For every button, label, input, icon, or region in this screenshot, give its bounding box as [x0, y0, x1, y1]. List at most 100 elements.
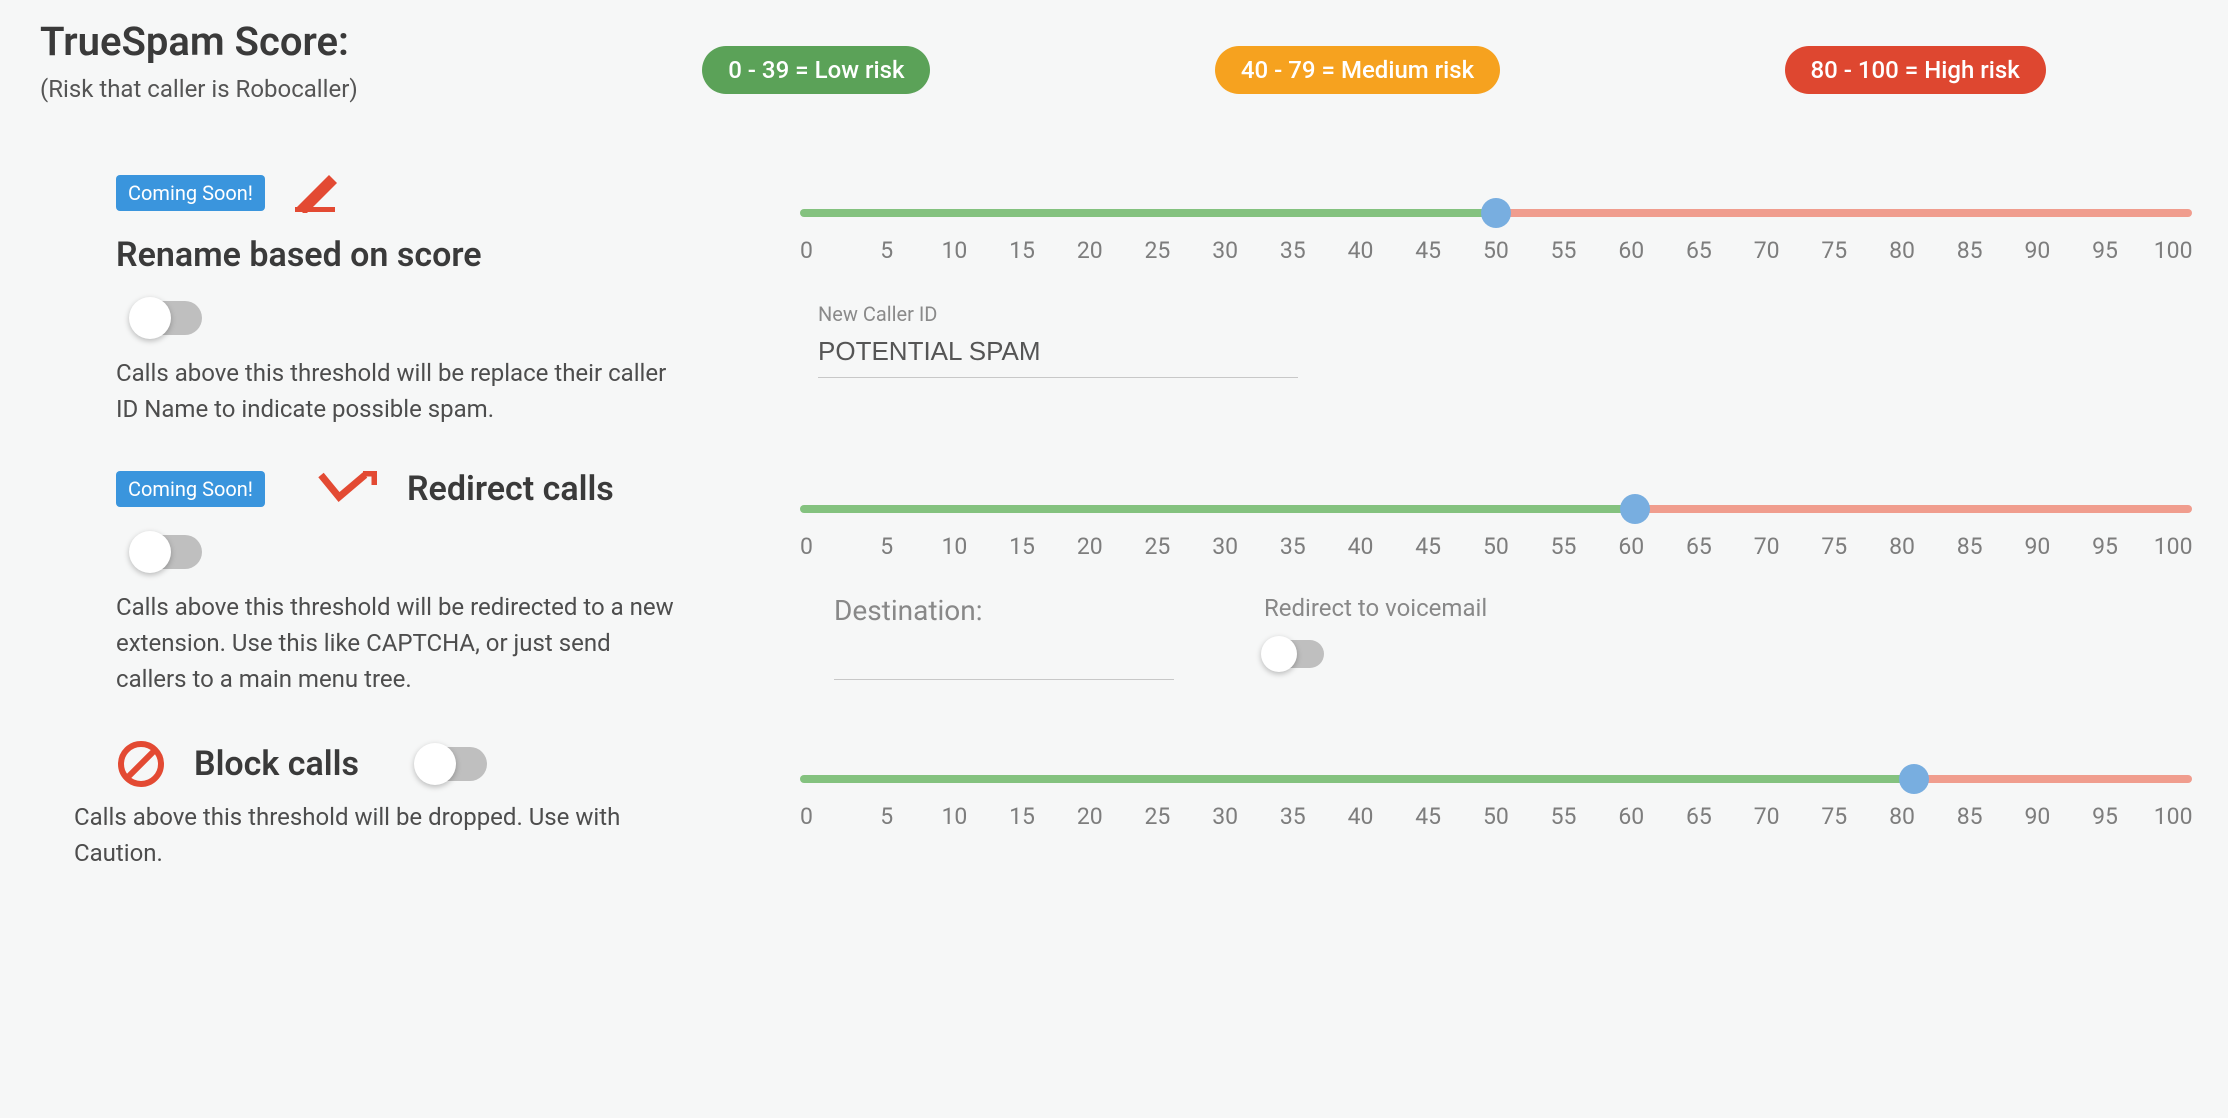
- slider-tick: 90: [2018, 237, 2056, 264]
- slider-tick: 100: [2154, 237, 2192, 264]
- slider-tick: 5: [868, 533, 906, 560]
- slider-tick: 70: [1748, 803, 1786, 830]
- slider-tick: 40: [1342, 237, 1380, 264]
- slider-tick: 100: [2154, 533, 2192, 560]
- slider-tick: 75: [1815, 803, 1853, 830]
- slider-tick: 90: [2018, 803, 2056, 830]
- slider-tick: 15: [1003, 533, 1041, 560]
- slider-tick: 40: [1342, 533, 1380, 560]
- slider-tick: 50: [1477, 533, 1515, 560]
- redirect-vm-toggle[interactable]: [1264, 640, 1324, 668]
- slider-tick: 60: [1612, 533, 1650, 560]
- slider-tick: 85: [1951, 237, 1989, 264]
- slider-tick: 65: [1680, 533, 1718, 560]
- slider-tick: 50: [1477, 803, 1515, 830]
- slider-tick: 45: [1409, 237, 1447, 264]
- block-section: Block calls Calls above this threshold w…: [40, 739, 2188, 871]
- block-toggle[interactable]: [417, 747, 487, 781]
- block-icon: [116, 739, 166, 789]
- edit-icon: [291, 173, 343, 213]
- redirect-slider-ticks: 0 5 10 15 20 25 30 35 40 45 50 55 60 65 70 75 80 85 90 95 10…: [800, 533, 2192, 560]
- page-subtitle: (Risk that caller is Robocaller): [40, 75, 560, 103]
- rename-description: Calls above this threshold will be repla…: [116, 355, 686, 427]
- slider-tick: 15: [1003, 803, 1041, 830]
- redirect-slider[interactable]: 0 5 10 15 20 25 30 35 40 45 50 55 60 65 70 75 80 85 90 95 10…: [800, 505, 2192, 560]
- slider-tick: 30: [1206, 237, 1244, 264]
- slider-tick: 95: [2086, 237, 2124, 264]
- slider-tick: 80: [1883, 803, 1921, 830]
- slider-tick: 65: [1680, 237, 1718, 264]
- slider-tick: 45: [1409, 803, 1447, 830]
- rename-toggle[interactable]: [132, 301, 202, 335]
- slider-tick: 75: [1815, 533, 1853, 560]
- redirect-coming-soon-badge: Coming Soon!: [116, 471, 265, 507]
- slider-tick: 55: [1545, 237, 1583, 264]
- slider-tick: 20: [1071, 533, 1109, 560]
- redirect-toggle[interactable]: [132, 535, 202, 569]
- slider-tick: 35: [1274, 237, 1312, 264]
- slider-tick: 55: [1545, 533, 1583, 560]
- risk-badge-low: 0 - 39 = Low risk: [702, 46, 930, 94]
- slider-tick: 20: [1071, 803, 1109, 830]
- slider-tick: 25: [1138, 803, 1176, 830]
- redirect-vm-label: Redirect to voicemail: [1264, 594, 1487, 622]
- slider-tick: 100: [2154, 803, 2192, 830]
- redirect-arrow-icon: [317, 471, 377, 507]
- slider-tick: 35: [1274, 803, 1312, 830]
- slider-tick: 75: [1815, 237, 1853, 264]
- redirect-title: Redirect calls: [407, 469, 614, 509]
- slider-tick: 25: [1138, 237, 1176, 264]
- redirect-description: Calls above this threshold will be redir…: [116, 589, 686, 697]
- slider-tick: 65: [1680, 803, 1718, 830]
- slider-tick: 85: [1951, 803, 1989, 830]
- slider-tick: 5: [868, 237, 906, 264]
- new-caller-id-label: New Caller ID: [818, 302, 2192, 326]
- slider-tick: 80: [1883, 237, 1921, 264]
- slider-tick: 10: [935, 803, 973, 830]
- redirect-section: Coming Soon! Redirect calls Calls above …: [40, 469, 2188, 697]
- slider-tick: 25: [1138, 533, 1176, 560]
- rename-slider-ticks: 0510152025303540455055606570758085909510…: [800, 237, 2192, 264]
- slider-tick: 60: [1612, 237, 1650, 264]
- new-caller-id-input[interactable]: [818, 330, 1298, 378]
- redirect-slider-thumb[interactable]: [1620, 494, 1650, 524]
- risk-badge-group: 0 - 39 = Low risk 40 - 79 = Medium risk …: [560, 18, 2188, 94]
- risk-badge-medium: 40 - 79 = Medium risk: [1215, 46, 1500, 94]
- slider-tick: 0: [800, 803, 838, 830]
- redirect-destination-input[interactable]: [834, 637, 1174, 680]
- rename-title: Rename based on score: [116, 235, 780, 275]
- slider-tick: 85: [1951, 533, 1989, 560]
- slider-tick: 70: [1748, 533, 1786, 560]
- slider-tick: 90: [2018, 533, 2056, 560]
- slider-tick: 30: [1206, 533, 1244, 560]
- block-slider[interactable]: 0 5 10 15 20 25 30 35 40 45 50 55 60 65 70 75 80 85 90 95 10…: [800, 775, 2192, 830]
- slider-tick: 45: [1409, 533, 1447, 560]
- page-title: TrueSpam Score:: [40, 18, 560, 65]
- rename-coming-soon-badge: Coming Soon!: [116, 175, 265, 211]
- slider-tick: 80: [1883, 533, 1921, 560]
- rename-section: Coming Soon! Rename based on score Calls…: [40, 173, 2188, 427]
- block-slider-thumb[interactable]: [1899, 764, 1929, 794]
- slider-tick: 55: [1545, 803, 1583, 830]
- slider-tick: 10: [935, 237, 973, 264]
- block-slider-ticks: 0 5 10 15 20 25 30 35 40 45 50 55 60 65 70 75 80 85 90 95 10…: [800, 803, 2192, 830]
- slider-tick: 0: [800, 237, 838, 264]
- slider-tick: 10: [935, 533, 973, 560]
- slider-tick: 0: [800, 533, 838, 560]
- block-description: Calls above this threshold will be dropp…: [74, 799, 684, 871]
- risk-badge-high: 80 - 100 = High risk: [1785, 46, 2046, 94]
- slider-tick: 40: [1342, 803, 1380, 830]
- slider-tick: 60: [1612, 803, 1650, 830]
- slider-tick: 95: [2086, 803, 2124, 830]
- redirect-destination-label: Destination:: [834, 594, 1174, 627]
- slider-tick: 30: [1206, 803, 1244, 830]
- slider-tick: 50: [1477, 237, 1515, 264]
- slider-tick: 70: [1748, 237, 1786, 264]
- slider-tick: 35: [1274, 533, 1312, 560]
- slider-tick: 15: [1003, 237, 1041, 264]
- block-title: Block calls: [194, 744, 359, 784]
- slider-tick: 5: [868, 803, 906, 830]
- rename-slider[interactable]: 0510152025303540455055606570758085909510…: [800, 209, 2192, 264]
- rename-slider-thumb[interactable]: [1481, 198, 1511, 228]
- slider-tick: 95: [2086, 533, 2124, 560]
